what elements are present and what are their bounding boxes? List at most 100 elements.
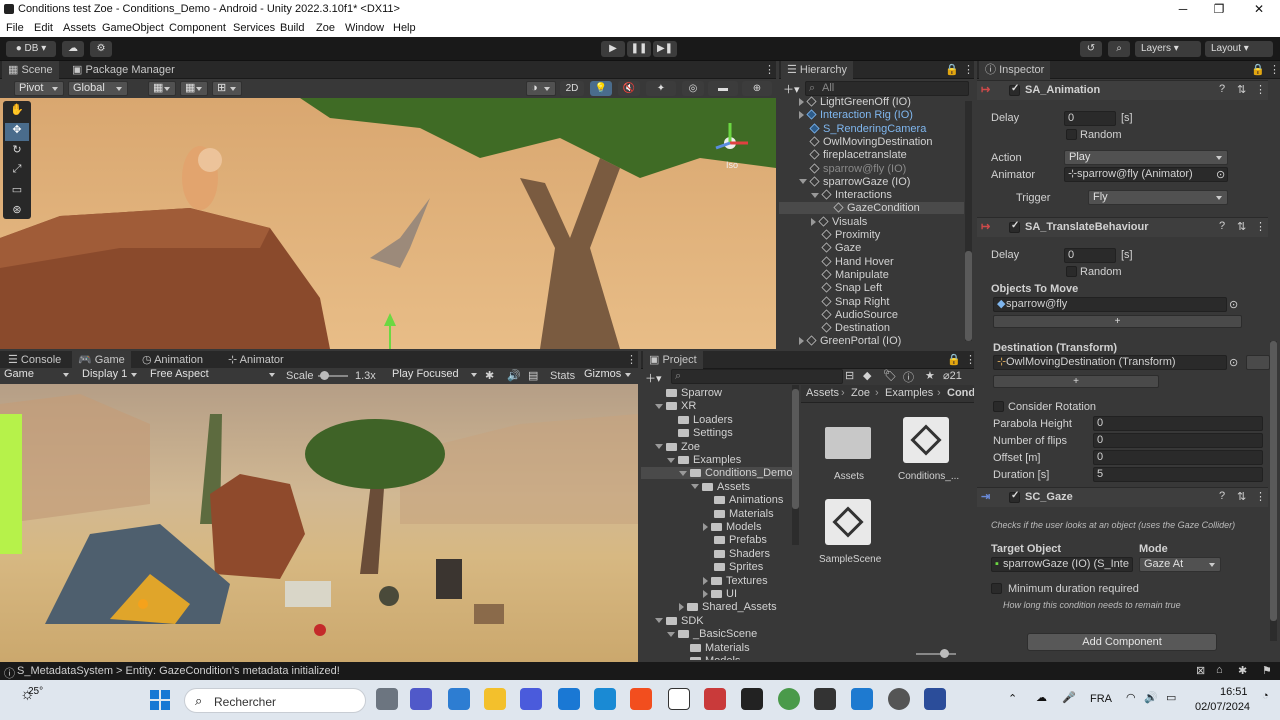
tab-project[interactable]: ▣ Project [643,351,703,369]
play-button[interactable]: ▶ [601,41,625,57]
info-icon[interactable]: ⓘ [903,369,914,385]
acrobat-icon[interactable] [704,688,726,710]
hierarchy-item[interactable]: Snap Left [811,282,882,294]
chevron-right-icon[interactable] [799,98,804,107]
chevron-right-icon[interactable] [703,576,708,585]
inspector-menu-icon[interactable]: ⋮ [1263,61,1280,79]
offset-field[interactable]: 0 [1093,450,1263,465]
hierarchy-item[interactable]: Interaction Rig (IO) [799,109,913,121]
sa-translate-enabled-checkbox[interactable] [1009,220,1020,233]
tab-inspector[interactable]: ⓘ Inspector [979,61,1051,79]
object-picker-icon[interactable]: ⊙ [1229,356,1238,369]
settings-app-icon[interactable] [888,688,910,710]
hierarchy-item[interactable]: OwlMovingDestination [799,136,932,148]
component-menu-icon[interactable]: ⋮ [1255,220,1266,233]
project-folder-item[interactable]: Settings [667,427,733,439]
menu-component[interactable]: Component [169,22,226,34]
hierarchy-item[interactable]: GreenPortal (IO) [799,335,901,347]
favorite-icon[interactable]: ★ [925,369,935,382]
hierarchy-scrollbar[interactable] [965,101,972,341]
tab-package-manager[interactable]: ▣ Package Manager [66,61,181,79]
photos-icon[interactable] [594,688,616,710]
project-tree-scrollbar[interactable] [792,385,799,545]
action-dropdown[interactable]: Play [1064,150,1228,165]
gizmos-icon[interactable]: ⊕ [742,81,772,96]
hierarchy-search-input[interactable]: ⌕ All [805,81,969,96]
volume-icon[interactable]: 🔊 [1144,691,1158,704]
shading-mode-icon[interactable]: ◑ [526,81,556,96]
project-folder-item[interactable]: Prefabs [703,534,767,546]
hand-tool-icon[interactable]: ✋ [5,103,29,121]
collab-icon[interactable]: ⚑ [1262,664,1272,677]
menu-edit[interactable]: Edit [34,22,53,34]
vscode-icon[interactable] [851,688,873,710]
global-dropdown[interactable]: Global [68,81,128,96]
chevron-right-icon[interactable] [811,217,816,226]
figma-icon[interactable] [630,688,652,710]
project-folder-item[interactable]: Materials [679,642,750,654]
preset-icon[interactable]: ⇅ [1237,83,1246,96]
scale-tool-icon[interactable]: ⤢ [5,163,29,181]
menu-services[interactable]: Services [233,22,275,34]
create-asset-icon[interactable]: ＋▾ [645,370,663,385]
language-indicator[interactable]: FRA [1090,693,1112,705]
grid-icon[interactable]: ▦ [180,81,208,96]
clock-date[interactable]: 02/07/2024 [1195,701,1250,713]
menu-gameobject[interactable]: GameObject [102,22,164,34]
hierarchy-item[interactable]: Interactions [811,189,892,201]
hierarchy-item[interactable]: sparrow@fly (IO) [799,163,906,175]
duration-field[interactable]: 5 [1093,467,1263,482]
chevron-right-icon[interactable] [703,523,708,532]
mode-2d-button[interactable]: 2D [560,81,584,96]
notion-icon[interactable] [668,688,690,710]
rect-tool-icon[interactable]: ▭ [5,183,29,201]
lighting-icon[interactable]: 💡 [590,81,612,96]
project-folder-item[interactable]: Zoe [655,441,700,453]
sa-animation-enabled-checkbox[interactable] [1009,83,1020,96]
tab-animator[interactable]: ⊹ Animator [222,351,290,369]
frame-icon[interactable]: ▤ [528,369,538,382]
project-search-input[interactable]: ⌕ [671,369,843,384]
parabola-height-field[interactable]: 0 [1093,416,1263,431]
min-duration-checkbox[interactable] [991,583,1002,594]
history-icon[interactable]: ↺ [1080,41,1102,57]
layers-dropdown[interactable]: Layers ▾ [1135,41,1201,57]
object-picker-icon[interactable]: ⊙ [1216,168,1225,181]
status-message[interactable]: S_MetadataSystem > Entity: GazeCondition… [17,665,340,677]
debug-icon[interactable]: ✱ [1238,664,1247,677]
chevron-right-icon[interactable] [799,337,804,346]
filter-icon[interactable]: ⊟ [845,369,854,382]
project-folder-item[interactable]: Shaders [703,548,770,560]
tab-console[interactable]: ☰ Console [2,351,67,369]
project-folder-item[interactable]: Examples [667,454,741,466]
project-folder-item[interactable]: Models [679,655,740,660]
hierarchy-item[interactable]: AudioSource [811,309,898,321]
add-object-icon[interactable]: ＋▾ [783,81,801,96]
hierarchy-item[interactable]: fireplacetranslate [799,149,907,161]
scene-view[interactable]: ✋ ✥ ↻ ⤢ ▭ ⊛ Iso [0,98,776,349]
mute-icon[interactable]: 🔊 [507,369,521,382]
project-folder-item[interactable]: Conditions_Demo [641,467,793,480]
preset-icon[interactable]: ⇅ [1237,220,1246,233]
remove-destination-button[interactable] [1246,355,1270,370]
hierarchy-item[interactable]: GazeCondition [779,202,964,215]
number-of-flips-field[interactable]: 0 [1093,433,1263,448]
layout-dropdown[interactable]: Layout ▾ [1205,41,1273,57]
folder-icon[interactable] [825,421,871,461]
visual-studio-icon[interactable] [520,688,542,710]
notification-icon[interactable]: ◔ [1262,690,1269,702]
hierarchy-item[interactable]: LightGreenOff (IO) [799,96,911,108]
game-panel-menu-icon[interactable]: ⋮ [620,351,643,369]
add-destination-button[interactable]: + [993,375,1159,388]
hierarchy-item[interactable]: S_RenderingCamera [799,123,926,135]
project-folder-item[interactable]: Textures [703,575,768,587]
menu-zoe[interactable]: Zoe [316,22,335,34]
chrome-icon[interactable] [778,688,800,710]
transform-tool-icon[interactable]: ⊛ [5,203,29,221]
component-menu-icon[interactable]: ⋮ [1255,83,1266,96]
chevron-right-icon[interactable] [799,111,804,120]
trigger-dropdown[interactable]: Fly [1088,190,1228,205]
pivot-dropdown[interactable]: Pivot [14,81,64,96]
chevron-down-icon[interactable] [679,470,687,476]
add-object-button[interactable]: + [993,315,1242,328]
